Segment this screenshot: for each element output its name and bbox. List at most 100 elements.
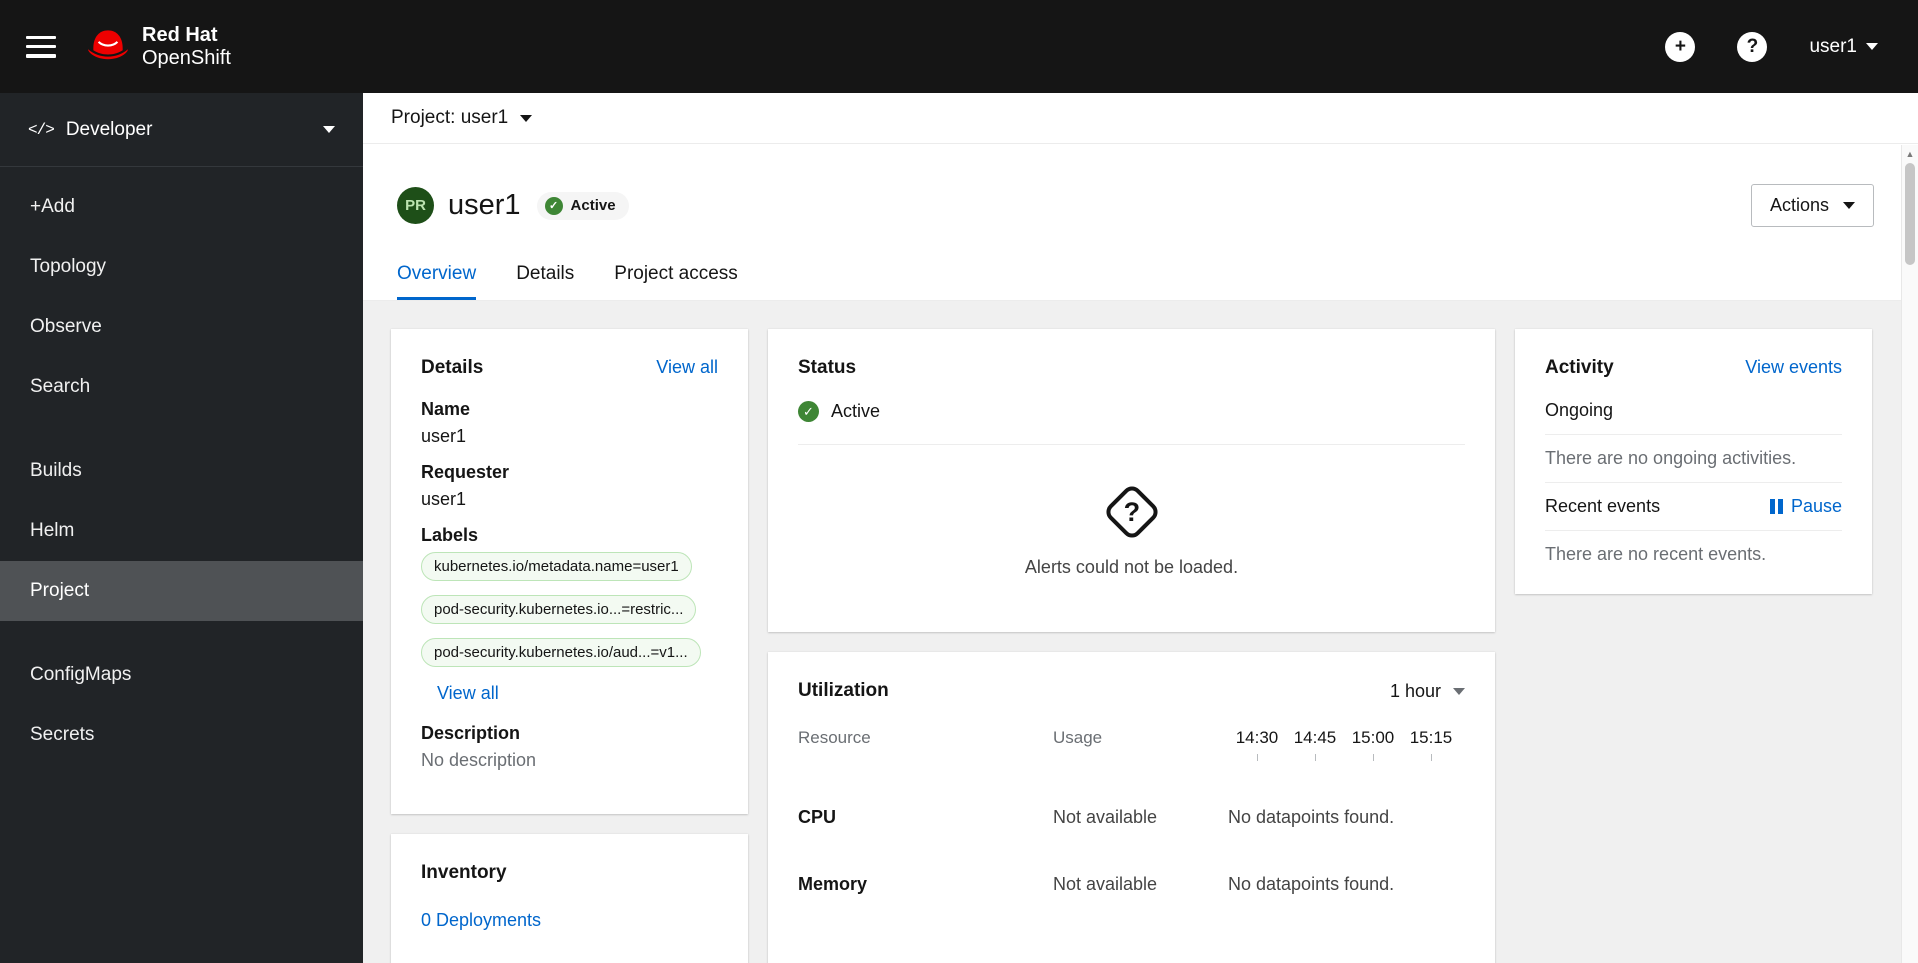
vertical-scrollbar[interactable]: ▲ <box>1901 145 1918 963</box>
sidebar-item-label: Search <box>30 376 91 397</box>
perspective-switcher[interactable]: </> Developer <box>0 93 363 167</box>
detail-requester-label: Requester <box>421 462 510 482</box>
main-content: Project: user1 PR user1 ✓ Active Actions <box>363 93 1918 963</box>
details-view-all-link[interactable]: View all <box>656 357 718 378</box>
project-resource-badge: PR <box>397 187 434 224</box>
tab-details[interactable]: Details <box>516 263 574 300</box>
status-card: Status ✓ Active ? Alerts could not be lo… <box>768 329 1495 632</box>
resource-datapoints: No datapoints found. <box>1228 874 1395 894</box>
recent-empty-text: There are no recent events. <box>1545 544 1767 564</box>
sidebar-item-search[interactable]: Search <box>0 357 363 417</box>
duration-dropdown[interactable]: 1 hour <box>1390 681 1465 702</box>
pause-icon <box>1769 499 1783 514</box>
time-tick: 14:30 <box>1228 728 1286 761</box>
deployments-link[interactable]: 0 Deployments <box>421 910 541 930</box>
tab-project-access[interactable]: Project access <box>614 263 738 300</box>
pause-events-button[interactable]: Pause <box>1769 496 1842 517</box>
caret-down-icon <box>1843 202 1855 209</box>
project-selector[interactable]: Project: user1 <box>363 93 1918 144</box>
detail-name-value: user1 <box>421 426 467 446</box>
nav-group-2: Builds Helm Project <box>0 431 363 621</box>
perspective-label: Developer <box>65 118 153 140</box>
tab-overview[interactable]: Overview <box>397 263 476 300</box>
status-state-label: Active <box>831 401 881 421</box>
inventory-card: Inventory 0 Deployments <box>391 834 748 963</box>
redhat-fedora-icon <box>86 27 130 66</box>
sidebar-item-label: ConfigMaps <box>30 664 132 685</box>
sidebar-item-builds[interactable]: Builds <box>0 441 363 501</box>
sidebar-item-topology[interactable]: Topology <box>0 237 363 297</box>
labels-view-all-link[interactable]: View all <box>437 683 499 704</box>
project-selector-label: Project: user1 <box>391 107 509 128</box>
detail-description-label: Description <box>421 723 521 743</box>
app: Red Hat OpenShift + ? user1 </> Develope… <box>0 0 1918 963</box>
status-card-title: Status <box>798 357 857 378</box>
resource-usage: Not available <box>1053 807 1158 827</box>
detail-labels-label: Labels <box>421 525 479 545</box>
label-chip[interactable]: pod-security.kubernetes.io/aud...=v1... <box>421 638 701 667</box>
detail-description: Description No description <box>421 723 718 771</box>
recent-events-label: Recent events <box>1545 496 1661 516</box>
detail-name-label: Name <box>421 399 471 419</box>
scrollbar-thumb[interactable] <box>1905 163 1915 265</box>
brand-text: Red Hat OpenShift <box>142 24 231 70</box>
sidebar-item-add[interactable]: +Add <box>0 177 363 237</box>
inventory-card-title: Inventory <box>421 862 507 883</box>
label-chip[interactable]: pod-security.kubernetes.io...=restric... <box>421 595 697 624</box>
user-menu[interactable]: user1 <box>1809 36 1878 58</box>
add-circle-icon[interactable]: + <box>1665 31 1696 62</box>
sidebar-item-project[interactable]: Project <box>0 561 363 621</box>
view-events-link[interactable]: View events <box>1745 357 1842 378</box>
sidebar-item-label: Project <box>30 580 90 601</box>
ongoing-empty-row: There are no ongoing activities. <box>1545 435 1842 483</box>
question-glyph: ? <box>1746 35 1759 57</box>
masthead-actions: + ? user1 <box>1665 31 1878 62</box>
hamburger-menu-icon[interactable] <box>26 35 56 58</box>
alerts-message: Alerts could not be loaded. <box>1024 557 1239 577</box>
utilization-card-title: Utilization <box>798 680 889 701</box>
duration-label: 1 hour <box>1389 680 1441 701</box>
caret-down-icon <box>1866 43 1878 50</box>
detail-name: Name user1 <box>421 399 718 447</box>
check-circle-icon: ✓ <box>798 401 819 422</box>
sidebar-item-configmaps[interactable]: ConfigMaps <box>0 645 363 705</box>
page-header: PR user1 ✓ Active Actions Overview Detai… <box>363 144 1918 301</box>
actions-dropdown[interactable]: Actions <box>1750 184 1874 227</box>
status-badge: ✓ Active <box>536 191 629 220</box>
left-column: Details View all Name user1 Requester us… <box>391 329 748 963</box>
sidebar-item-observe[interactable]: Observe <box>0 297 363 357</box>
recent-events-header: Recent events Pause <box>1545 483 1842 531</box>
sidebar-item-label: +Add <box>30 196 75 217</box>
tab-bar: Overview Details Project access <box>363 263 1918 301</box>
time-tick: 15:00 <box>1344 728 1402 761</box>
resource-name: Memory <box>798 874 868 894</box>
detail-requester: Requester user1 <box>421 462 718 510</box>
sidebar-item-label: Builds <box>30 460 82 481</box>
nav-group-1: +Add Topology Observe Search <box>0 167 363 417</box>
resource-datapoints: No datapoints found. <box>1228 807 1395 827</box>
unknown-status-icon: ? <box>1101 482 1162 542</box>
resource-usage: Not available <box>1053 874 1158 894</box>
scroll-up-arrow[interactable]: ▲ <box>1902 145 1918 163</box>
sidebar: </> Developer +Add Topology Observe Sear… <box>0 93 363 963</box>
column-usage: Usage <box>1053 728 1103 747</box>
user-menu-label: user1 <box>1809 35 1857 57</box>
time-tick: 14:45 <box>1286 728 1344 761</box>
sidebar-item-helm[interactable]: Helm <box>0 501 363 561</box>
help-icon[interactable]: ? <box>1737 31 1768 62</box>
time-axis: 14:30 14:45 15:00 15:15 <box>1228 728 1465 761</box>
resource-name: CPU <box>798 807 837 827</box>
details-card: Details View all Name user1 Requester us… <box>391 329 748 814</box>
time-tick: 15:15 <box>1402 728 1460 761</box>
brand-line1: Red Hat <box>142 23 218 46</box>
utilization-row-memory: Memory Not available No datapoints found… <box>798 874 1465 895</box>
middle-column: Status ✓ Active ? Alerts could not be lo… <box>768 329 1495 963</box>
sidebar-item-secrets[interactable]: Secrets <box>0 705 363 765</box>
right-column: Activity View events Ongoing There are n… <box>1515 329 1872 594</box>
detail-description-value: No description <box>421 750 537 770</box>
actions-label: Actions <box>1769 195 1829 215</box>
utilization-row-cpu: CPU Not available No datapoints found. <box>798 807 1465 828</box>
label-chip[interactable]: kubernetes.io/metadata.name=user1 <box>421 552 692 581</box>
status-badge-label: Active <box>570 197 616 214</box>
activity-card: Activity View events Ongoing There are n… <box>1515 329 1872 594</box>
